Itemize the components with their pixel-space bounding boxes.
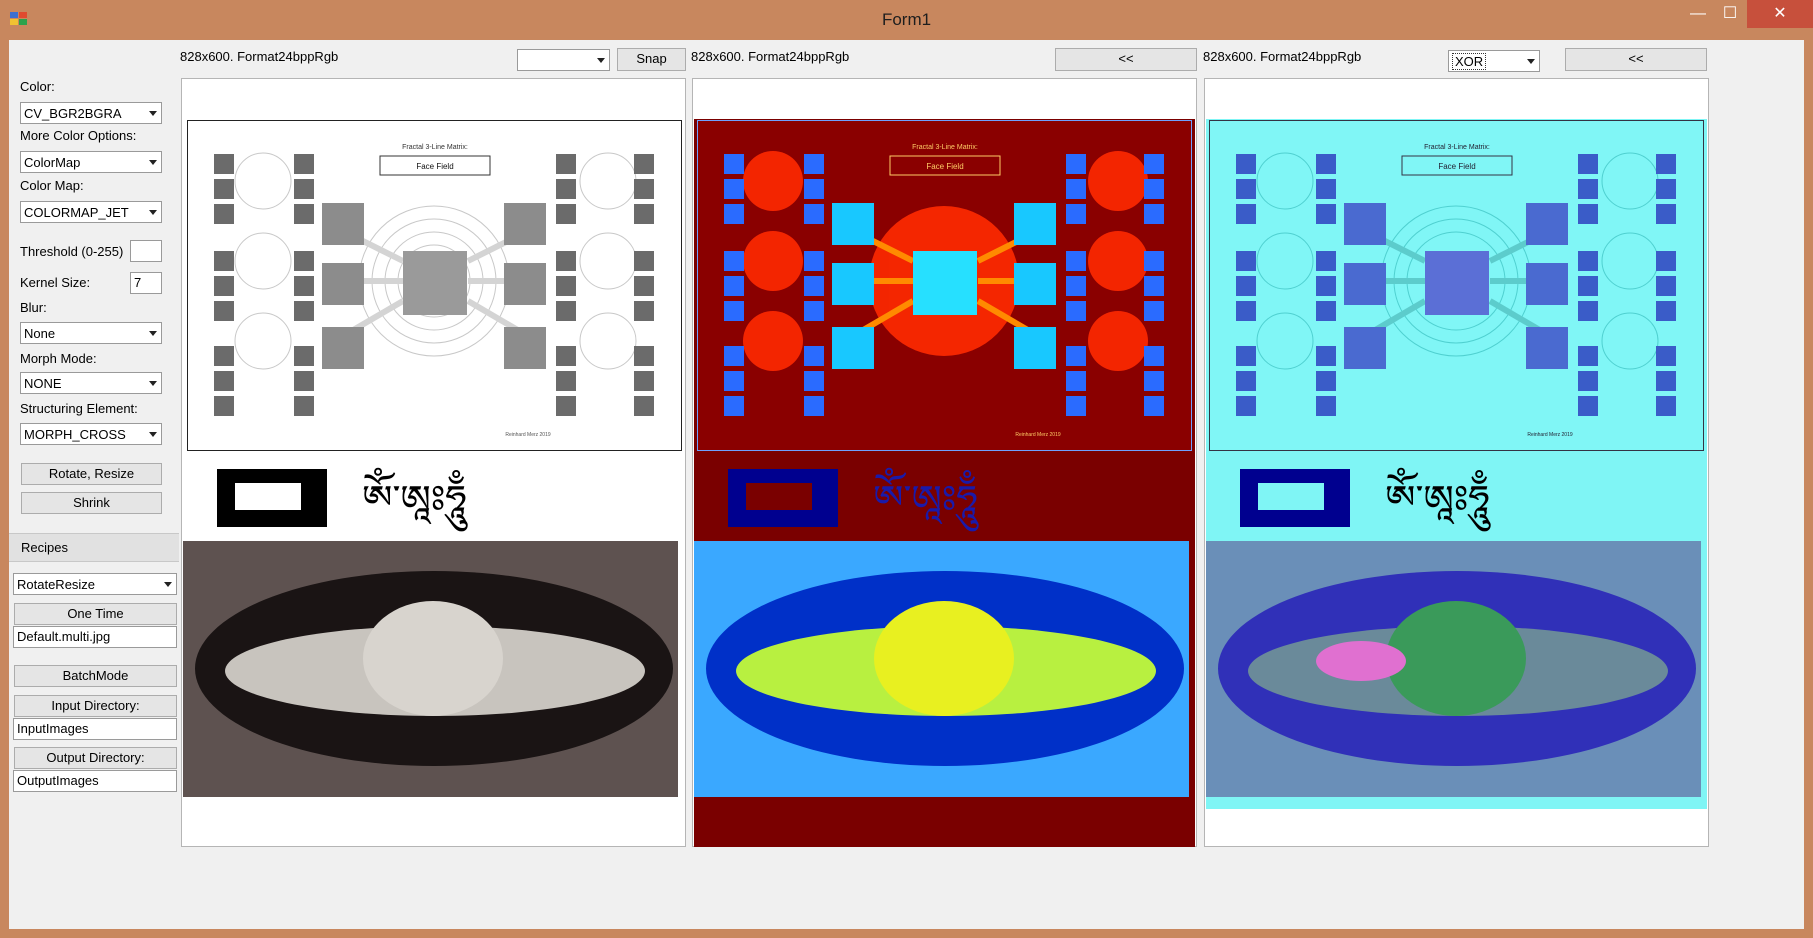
poster-box-label-jet: Face Field [926, 162, 963, 171]
panel2-copy-back-button[interactable]: << [1055, 48, 1197, 71]
chevron-down-icon [164, 582, 172, 587]
kernel-label: Kernel Size: [20, 275, 91, 290]
threshold-label: Threshold (0-255) [20, 244, 124, 259]
panel3-info: 828x600. Format24bppRgb [1203, 49, 1362, 64]
fractal-matrix-graphic: Fractal 3-Line Matrix: Face Field Reinha… [214, 144, 654, 438]
chevron-down-icon [597, 58, 605, 63]
close-icon: ✕ [1773, 5, 1787, 22]
minimize-icon: — [1690, 5, 1706, 22]
morph-select[interactable]: NONE [20, 372, 162, 394]
chevron-down-icon [149, 160, 157, 165]
output-directory-button[interactable]: Output Directory: [14, 747, 177, 769]
window-title: Form1 [881, 10, 932, 29]
more-color-label: More Color Options: [20, 128, 137, 143]
morph-label: Morph Mode: [20, 351, 97, 366]
poster-box-label-xor: Face Field [1438, 162, 1475, 171]
recipes-header[interactable]: Recipes [9, 533, 179, 562]
colormap-label: Color Map: [20, 178, 84, 193]
output-directory-input[interactable]: OutputImages [13, 770, 177, 792]
panel1-source-select[interactable] [517, 49, 610, 71]
poster-image-jet: Fractal 3-Line Matrix: Face Field Reinha… [697, 120, 1192, 451]
recipe-select[interactable]: RotateResize [13, 573, 177, 595]
blur-label: Blur: [20, 300, 47, 315]
recipe-file-input[interactable]: Default.multi.jpg [13, 626, 177, 648]
panel2-info: 828x600. Format24bppRgb [691, 49, 850, 64]
poster-credit-xor: Reinhard Merz 2019 [1527, 432, 1573, 438]
chevron-down-icon [149, 210, 157, 215]
more-color-select[interactable]: ColorMap [20, 151, 162, 173]
chevron-down-icon [1527, 59, 1535, 64]
panel2-image-box[interactable]: Fractal 3-Line Matrix: Face Field Reinha… [692, 78, 1197, 847]
panel3-operation-value: XOR [1452, 53, 1487, 70]
poster-title-xor: Fractal 3-Line Matrix: [1424, 144, 1490, 151]
color-select-value: CV_BGR2BGRA [24, 106, 122, 121]
input-directory-input[interactable]: InputImages [13, 718, 177, 740]
panel3-image-box[interactable]: Fractal 3-Line Matrix: Face Field Reinha… [1204, 78, 1709, 847]
recipes-title: Recipes [21, 540, 68, 555]
morph-select-value: NONE [24, 376, 62, 391]
rotate-resize-button[interactable]: Rotate, Resize [21, 463, 162, 485]
brain-image-jet [694, 541, 1189, 797]
kernel-size-input[interactable]: 7 [130, 272, 162, 294]
poster-title-jet: Fractal 3-Line Matrix: [912, 144, 978, 151]
fractal-matrix-graphic-jet: Fractal 3-Line Matrix: Face Field Reinha… [724, 144, 1164, 438]
close-button[interactable]: ✕ [1747, 0, 1813, 28]
one-time-button[interactable]: One Time [14, 603, 177, 625]
color-label: Color: [20, 79, 55, 94]
poster-credit-jet: Reinhard Merz 2019 [1015, 432, 1061, 438]
poster-image: Fractal 3-Line Matrix: Face Field Reinha… [187, 120, 682, 451]
brain-image [183, 541, 678, 797]
maximize-icon: ☐ [1722, 5, 1738, 22]
threshold-input[interactable] [130, 240, 162, 262]
poster-title: Fractal 3-Line Matrix: [402, 144, 468, 151]
colormap-select[interactable]: COLORMAP_JET [20, 201, 162, 223]
blur-select-value: None [24, 326, 56, 341]
color-select[interactable]: CV_BGR2BGRA [20, 102, 162, 124]
brain-image-xor [1206, 541, 1701, 797]
blur-select[interactable]: None [20, 322, 162, 344]
chevron-down-icon [149, 432, 157, 437]
white-inner-rect [235, 483, 301, 510]
poster-credit: Reinhard Merz 2019 [505, 432, 551, 438]
struct-select[interactable]: MORPH_CROSS [20, 423, 162, 445]
panel1-info: 828x600. Format24bppRgb [180, 49, 339, 64]
snap-button[interactable]: Snap [617, 48, 686, 71]
fractal-matrix-graphic-xor: Fractal 3-Line Matrix: Face Field Reinha… [1236, 144, 1676, 438]
chevron-down-icon [149, 331, 157, 336]
chevron-down-icon [149, 111, 157, 116]
struct-label: Structuring Element: [20, 401, 138, 416]
chevron-down-icon [149, 381, 157, 386]
more-color-select-value: ColorMap [24, 155, 81, 170]
panel1-image-box[interactable]: Fractal 3-Line Matrix: Face Field Reinha… [181, 78, 686, 847]
colormap-select-value: COLORMAP_JET [24, 205, 129, 220]
shrink-button[interactable]: Shrink [21, 492, 162, 514]
panel3-copy-back-button[interactable]: << [1565, 48, 1707, 71]
cyan-inner-rect [1258, 483, 1324, 510]
poster-image-xor: Fractal 3-Line Matrix: Face Field Reinha… [1209, 120, 1704, 451]
red-inner-rect [746, 483, 812, 510]
batch-mode-button[interactable]: BatchMode [14, 665, 177, 687]
poster-box-label: Face Field [416, 162, 453, 171]
input-directory-button[interactable]: Input Directory: [14, 695, 177, 717]
struct-select-value: MORPH_CROSS [24, 427, 126, 442]
recipe-select-value: RotateResize [17, 577, 96, 592]
panel3-operation-select[interactable]: XOR [1448, 50, 1540, 72]
